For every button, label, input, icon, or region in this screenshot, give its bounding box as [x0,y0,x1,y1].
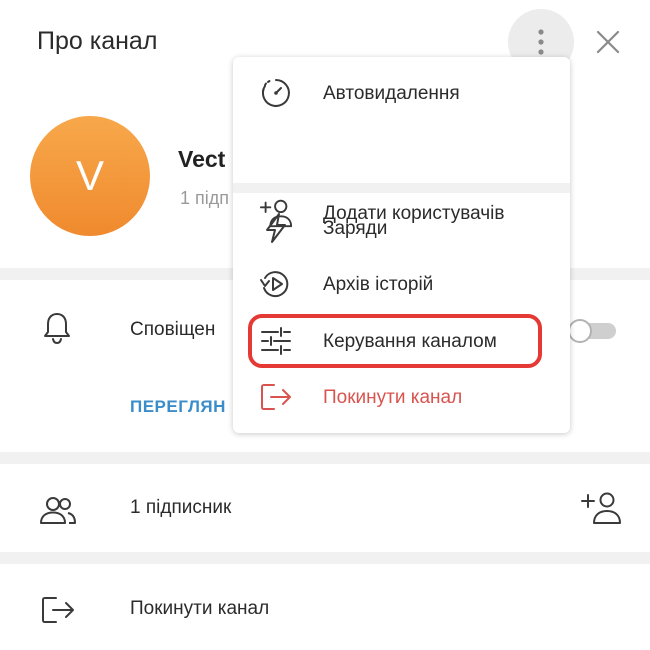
stories-archive-icon [259,269,293,299]
lightning-icon [259,213,293,243]
channel-name: Vect [178,146,226,172]
menu-item-add-users[interactable]: Додати користувачів [233,147,570,228]
close-button[interactable] [592,26,624,58]
menu-label-manage-channel: Керування каналом [323,331,497,352]
subscribers-panel[interactable] [0,464,650,552]
leave-icon [259,382,293,412]
leave-channel-row[interactable] [0,564,650,650]
menu-item-leave-channel[interactable]: Покинути канал [233,373,570,421]
notifications-toggle[interactable] [568,319,618,343]
menu-label-leave-channel: Покинути канал [323,387,463,408]
more-vertical-icon [538,29,544,55]
more-options-menu: Автовидалення Додати користувачів Заряди [233,57,570,433]
notifications-label: Сповіщен [130,319,216,340]
channel-subscriber-count: 1 підп [180,188,230,208]
toggle-knob [568,319,592,343]
settings-sliders-icon [259,326,293,356]
subscribers-label: 1 підписник [130,497,232,518]
bell-icon [40,310,74,346]
menu-item-auto-delete[interactable]: Автовидалення [233,69,570,117]
menu-label-boosts: Заряди [323,218,388,239]
menu-item-boosts[interactable]: Заряди [233,204,570,252]
timer-icon [259,78,293,108]
close-icon [596,30,620,54]
menu-label-stories-archive: Архів історій [323,274,434,295]
avatar[interactable]: V [30,116,150,236]
menu-item-stories-archive[interactable]: Архів історій [233,260,570,308]
users-icon [38,494,78,526]
view-link[interactable]: ПЕРЕГЛЯН [130,397,226,417]
leave-label: Покинути канал [130,598,270,619]
menu-label-auto-delete: Автовидалення [323,83,460,104]
leave-icon [40,594,76,626]
menu-item-manage-channel[interactable]: Керування каналом [233,317,570,365]
page-title: Про канал [37,27,158,55]
add-user-icon[interactable] [580,490,622,526]
